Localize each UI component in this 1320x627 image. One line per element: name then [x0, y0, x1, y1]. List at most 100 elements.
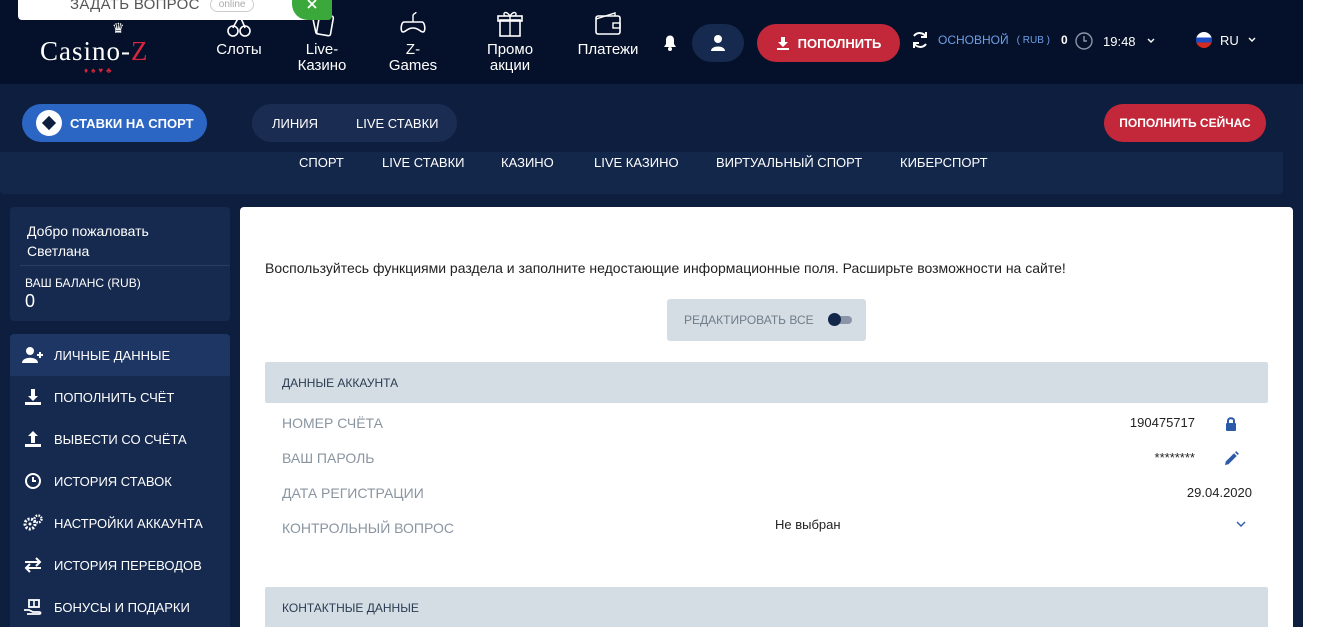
menu-item-bonuses[interactable]: БОНУСЫ И ПОДАРКИ: [10, 586, 230, 627]
registration-date-row: ДАТА РЕГИСТРАЦИИ 29.04.2020: [282, 485, 1252, 505]
nav-label-line1: Промо: [486, 41, 534, 58]
password-row: ВАШ ПАРОЛЬ ********: [282, 450, 1252, 470]
account-data-section-header: ДАННЫЕ АККАУНТА: [265, 362, 1268, 403]
ask-question-widget[interactable]: ЗАДАТЬ ВОПРОС online: [18, 0, 316, 20]
subnav-sport[interactable]: СПОРТ: [299, 155, 344, 170]
refresh-icon[interactable]: [910, 30, 930, 50]
upload-icon: [25, 431, 41, 447]
security-question-label: КОНТРОЛЬНЫЙ ВОПРОС: [282, 520, 454, 536]
online-status-badge: online: [209, 0, 255, 12]
tab-line[interactable]: ЛИНИЯ: [252, 116, 336, 131]
menu-item-withdraw[interactable]: ВЫВЕСТИ СО СЧЁТА: [10, 418, 230, 460]
subnav-esports[interactable]: КИБЕРСПОРТ: [900, 155, 988, 170]
crown-icon: ♛: [112, 20, 125, 36]
pencil-icon[interactable]: [1222, 450, 1240, 468]
user-name: Светлана: [27, 243, 90, 259]
secondary-nav: СПОРТ LIVE СТАВКИ КАЗИНО LIVE КАЗИНО ВИР…: [0, 152, 1283, 194]
language-value: RU: [1220, 32, 1239, 48]
chevron-down-icon: [1248, 37, 1256, 42]
menu-item-transfer-history[interactable]: ИСТОРИЯ ПЕРЕВОДОВ: [10, 544, 230, 586]
russian-flag-icon: [1196, 32, 1212, 48]
app-frame: ♛ Casino-Z ♦♠♥♣ Слоты Live- Казино Z- Ga…: [0, 0, 1303, 627]
security-question-row[interactable]: КОНТРОЛЬНЫЙ ВОПРОС Не выбран: [282, 517, 1252, 540]
nav-label-line1: Z-: [405, 41, 421, 58]
subnav-virtual-sport[interactable]: ВИРТУАЛЬНЫЙ СПОРТ: [716, 155, 862, 170]
subnav-live-bets[interactable]: LIVE СТАВКИ: [382, 155, 465, 170]
logo-text: Casino-Z: [40, 36, 149, 66]
nav-label-line2: Games: [388, 57, 438, 74]
menu-label: ВЫВЕСТИ СО СЧЁТА: [54, 431, 187, 447]
nav-label: Платежи: [577, 41, 639, 58]
account-number-label: НОМЕР СЧЁТА: [282, 415, 383, 431]
balance-value: 0: [25, 291, 36, 311]
menu-label: ПОПОЛНИТЬ СЧЁТ: [54, 389, 175, 405]
deposit-label: ПОПОЛНИТЬ: [797, 35, 882, 51]
menu-item-personal-data[interactable]: ЛИЧНЫЕ ДАННЫЕ: [10, 334, 230, 376]
close-icon: [307, 0, 317, 9]
menu-label: ЛИЧНЫЕ ДАННЫЕ: [54, 347, 171, 363]
wallet-icon: [595, 12, 621, 35]
page: ♛ Casino-Z ♦♠♥♣ Слоты Live- Казино Z- Ga…: [0, 0, 1320, 627]
sports-bar: СТАВКИ НА СПОРТ ЛИНИЯ LIVE СТАВКИ ПОПОЛН…: [0, 84, 1303, 162]
download-icon: [25, 389, 41, 405]
nav-label-line1: Live-: [305, 41, 339, 58]
nav-payments[interactable]: Платежи: [575, 10, 641, 58]
betting-mode-tabs: ЛИНИЯ LIVE СТАВКИ: [252, 104, 457, 142]
user-button[interactable]: [692, 24, 744, 62]
tab-live[interactable]: LIVE СТАВКИ: [336, 116, 457, 131]
contact-data-section-header: КОНТАКТНЫЕ ДАННЫЕ: [265, 587, 1268, 627]
deposit-now-button[interactable]: ПОПОЛНИТЬ СЕЙЧАС: [1104, 104, 1266, 142]
menu-item-deposit[interactable]: ПОПОЛНИТЬ СЧЁТ: [10, 376, 230, 418]
intro-text: Воспользуйтесь функциями раздела и запол…: [265, 260, 1066, 276]
registration-date-value: 29.04.2020: [1186, 485, 1252, 500]
account-label: ОСНОВНОЙ: [938, 33, 1009, 47]
nav-label-line2: акции: [489, 57, 531, 74]
time-value: 19:48: [1103, 33, 1136, 49]
welcome-card: Добро пожаловать Светлана ВАШ БАЛАНС (RU…: [10, 207, 230, 321]
divider: [20, 265, 230, 266]
transfer-icon: [24, 557, 42, 573]
greeting: Добро пожаловать: [27, 223, 149, 239]
account-currency: ( RUB ): [1016, 34, 1050, 46]
ask-question-label: ЗАДАТЬ ВОПРОС: [70, 0, 200, 13]
toggle-switch[interactable]: [827, 313, 852, 326]
menu-label: ИСТОРИЯ СТАВОК: [54, 473, 172, 489]
gift-icon: [497, 11, 523, 37]
personal-data-panel: Воспользуйтесь функциями раздела и запол…: [240, 207, 1293, 627]
nav-z-games[interactable]: Z- Games: [385, 10, 441, 74]
subnav-live-casino[interactable]: LIVE КАЗИНО: [594, 155, 679, 170]
user-icon: [711, 35, 725, 51]
ask-widget-tab[interactable]: [292, 0, 332, 20]
football-icon: [36, 110, 62, 136]
clock-icon: [25, 473, 41, 489]
edit-all-label: РЕДАКТИРОВАТЬ ВСЕ: [684, 313, 814, 327]
chevron-down-icon[interactable]: [1234, 517, 1248, 531]
user-plus-icon: [22, 347, 43, 363]
nav-label: Слоты: [216, 41, 262, 58]
casino-z-logo[interactable]: ♛ Casino-Z ♦♠♥♣: [36, 20, 176, 76]
sports-betting-label: СТАВКИ НА СПОРТ: [70, 115, 194, 131]
sports-betting-button[interactable]: СТАВКИ НА СПОРТ: [22, 104, 207, 142]
security-question-select[interactable]: Не выбран: [775, 517, 841, 532]
gift-hand-icon: [24, 599, 42, 615]
clock[interactable]: 19:48: [1075, 32, 1156, 50]
account-balance-indicator[interactable]: ОСНОВНОЙ ( RUB ) 0: [910, 30, 1068, 50]
card-suits-icon: ♦♠♥♣: [84, 66, 115, 75]
menu-item-account-settings[interactable]: НАСТРОЙКИ АККАУНТА: [10, 502, 230, 544]
welcome-text: Добро пожаловать Светлана: [27, 221, 149, 261]
lock-icon: [1226, 417, 1236, 431]
menu-item-bet-history[interactable]: ИСТОРИЯ СТАВОК: [10, 460, 230, 502]
nav-promo[interactable]: Промо акции: [480, 10, 540, 74]
clock-icon: [1075, 32, 1093, 50]
chevron-down-icon: [1147, 38, 1155, 43]
gamepad-icon: [400, 11, 426, 33]
subnav-casino[interactable]: КАЗИНО: [501, 155, 554, 170]
account-menu: ЛИЧНЫЕ ДАННЫЕ ПОПОЛНИТЬ СЧЁТ ВЫВЕСТИ СО …: [10, 334, 230, 627]
language-select[interactable]: RU: [1196, 32, 1257, 48]
download-icon: [776, 37, 789, 50]
edit-all-toggle[interactable]: РЕДАКТИРОВАТЬ ВСЕ: [667, 299, 866, 341]
deposit-button[interactable]: ПОПОЛНИТЬ: [757, 24, 900, 62]
account-number-row: НОМЕР СЧЁТА 190475717: [282, 415, 1252, 435]
menu-label: ИСТОРИЯ ПЕРЕВОДОВ: [54, 557, 202, 573]
bell-icon[interactable]: [660, 32, 680, 52]
